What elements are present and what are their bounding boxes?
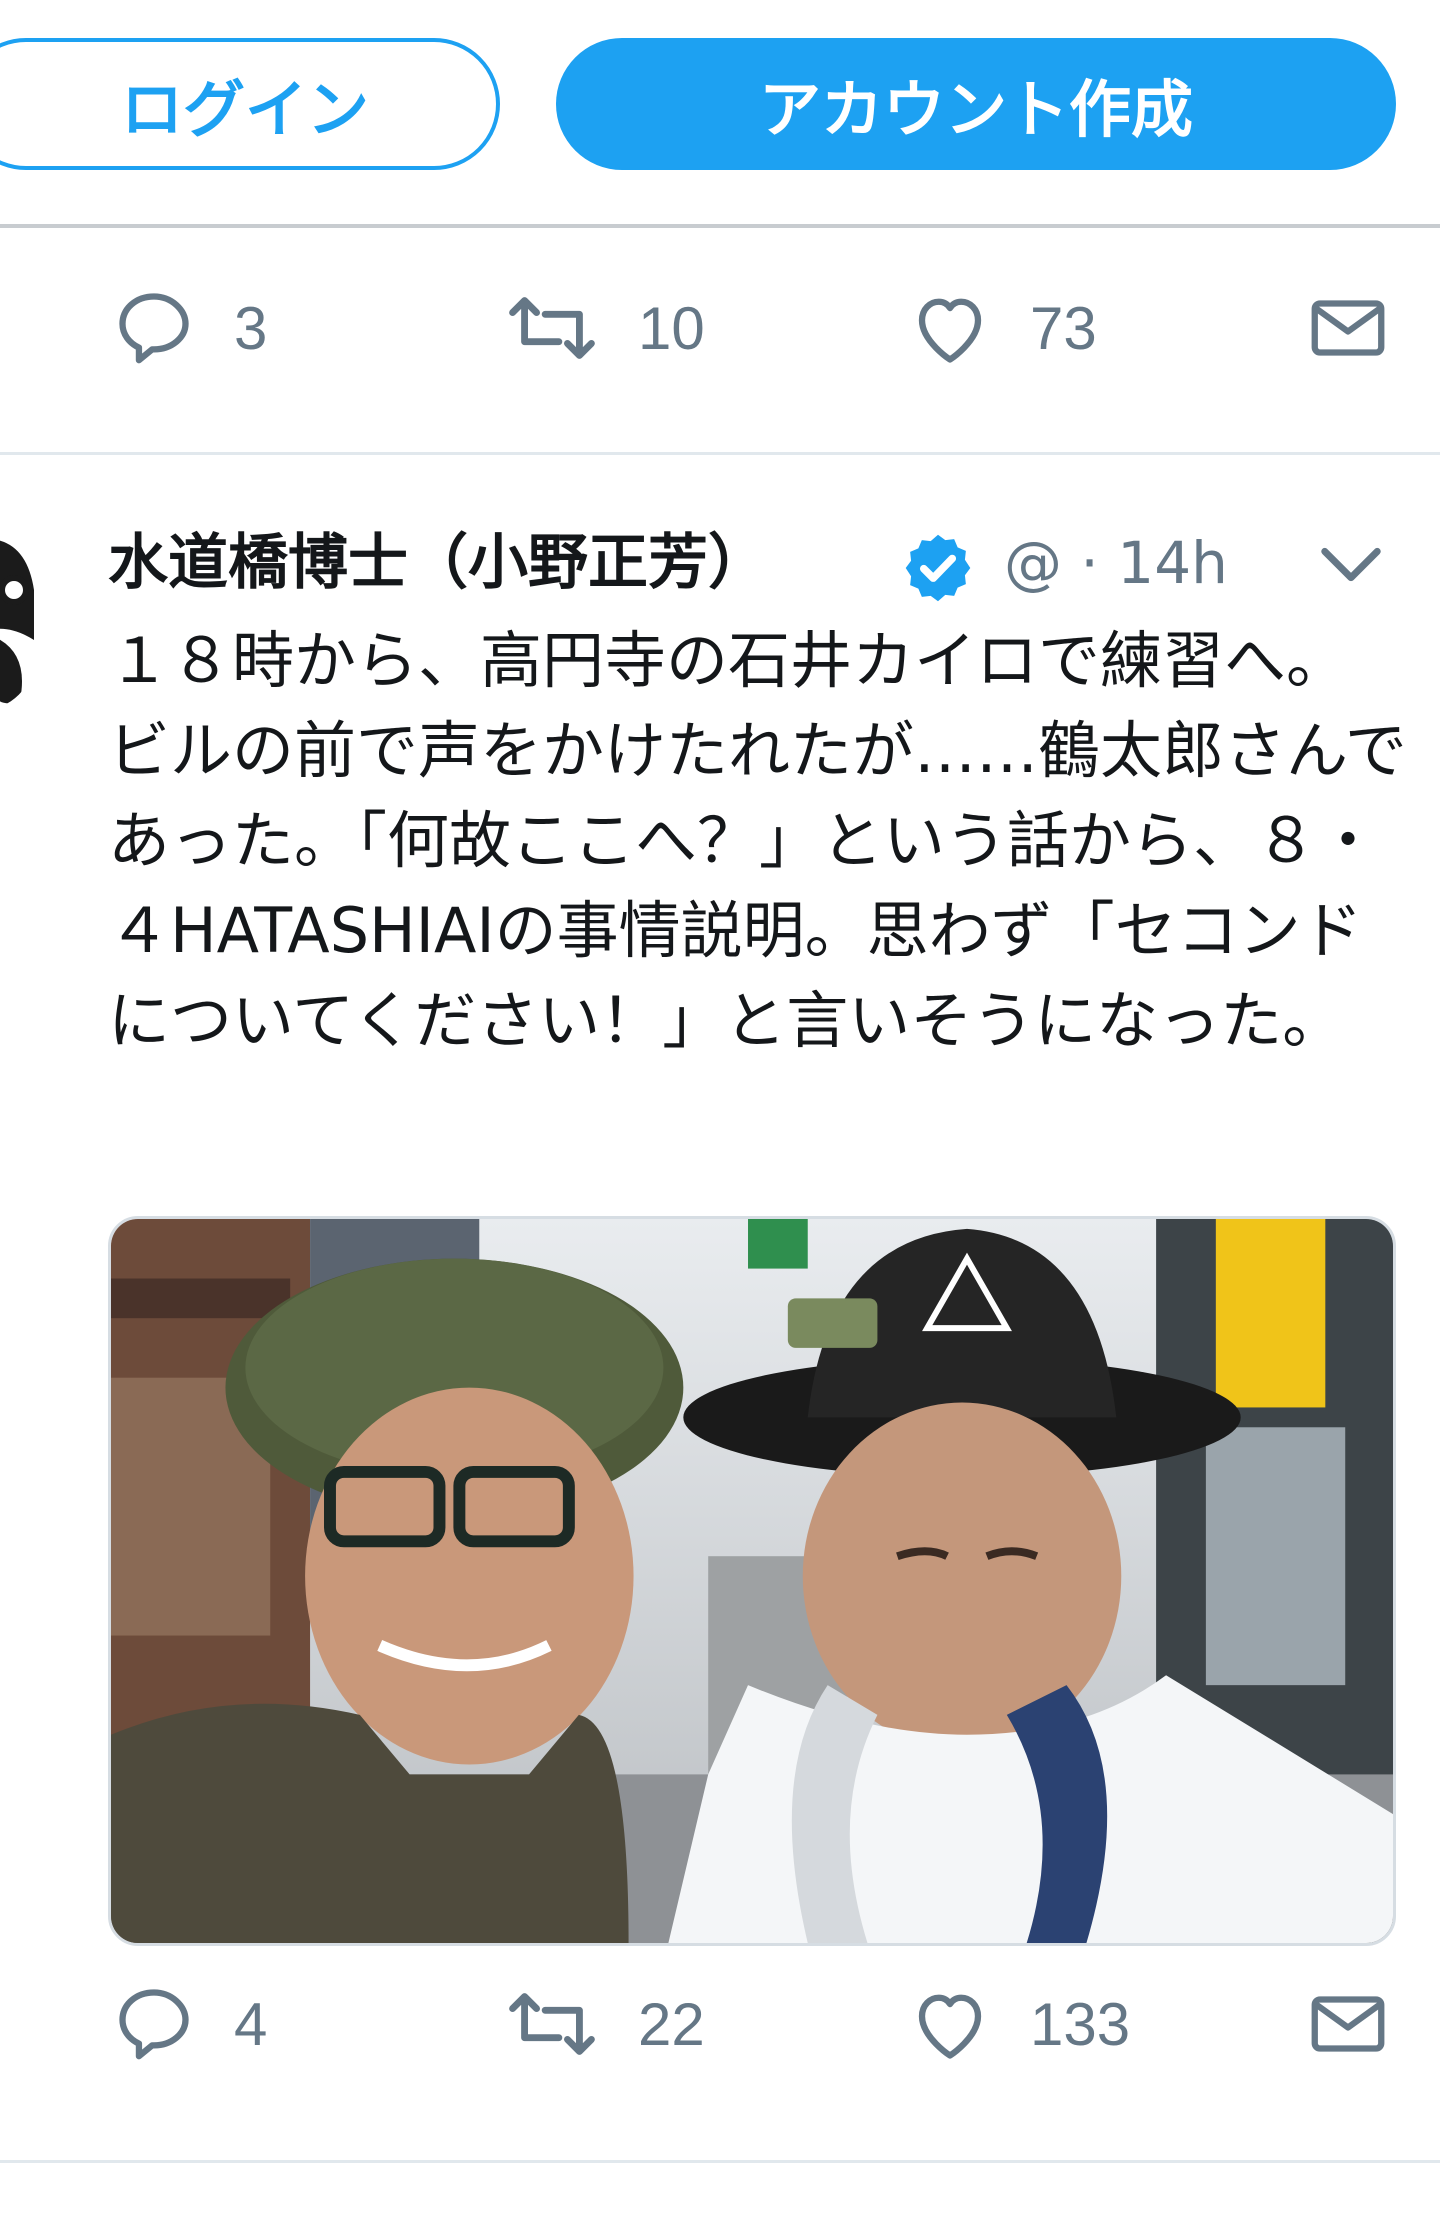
tweet-handle-time[interactable]: @ · 14h bbox=[1004, 518, 1228, 608]
reply-count: 4 bbox=[234, 1990, 268, 2058]
reply-icon bbox=[119, 293, 189, 364]
avatar-image bbox=[0, 520, 34, 710]
previous-tweet-actions: 3 10 73 bbox=[0, 268, 1440, 388]
tweet-actions: 4 22 133 bbox=[0, 1964, 1440, 2084]
reply-button[interactable]: 4 bbox=[112, 1964, 267, 2084]
envelope-icon bbox=[1311, 300, 1385, 356]
verified-badge-icon bbox=[905, 534, 971, 602]
timeline-page: ログイン アカウント作成 3 10 73 水道橋博士（小野正芳） @ · 14h… bbox=[0, 0, 1440, 2236]
avatar[interactable] bbox=[0, 520, 34, 710]
retweet-icon bbox=[509, 297, 595, 359]
tweet-photo[interactable] bbox=[108, 1216, 1396, 1946]
dm-button[interactable] bbox=[1306, 268, 1390, 388]
retweet-button[interactable]: 22 bbox=[504, 1964, 705, 2084]
tweet-header: 水道橋博士（小野正芳） @ · 14h bbox=[108, 518, 1408, 608]
like-button[interactable]: 133 bbox=[908, 1964, 1130, 2084]
heart-icon bbox=[918, 298, 982, 363]
author-name[interactable]: 水道橋博士（小野正芳） bbox=[108, 518, 768, 608]
retweet-icon bbox=[509, 1993, 595, 2055]
like-count: 133 bbox=[1030, 1990, 1131, 2058]
retweet-button[interactable]: 10 bbox=[504, 268, 705, 388]
like-button[interactable]: 73 bbox=[908, 268, 1097, 388]
retweet-count: 10 bbox=[638, 294, 705, 362]
tweet-divider bbox=[0, 452, 1440, 455]
reply-count: 3 bbox=[234, 294, 268, 362]
chevron-down-icon[interactable] bbox=[1316, 536, 1386, 596]
photo-image bbox=[111, 1219, 1393, 1943]
envelope-icon bbox=[1311, 1996, 1385, 2052]
login-button[interactable]: ログイン bbox=[0, 38, 500, 170]
signup-button[interactable]: アカウント作成 bbox=[556, 38, 1396, 170]
dm-button[interactable] bbox=[1306, 1964, 1390, 2084]
retweet-count: 22 bbox=[638, 1990, 705, 2058]
tweet-divider bbox=[0, 2160, 1440, 2163]
auth-bar: ログイン アカウント作成 bbox=[0, 0, 1440, 228]
heart-icon bbox=[918, 1994, 982, 2059]
tweet-text: １８時から、高円寺の石井カイロで練習へ。ビルの前で声をかけたれたが……鶴太郎さん… bbox=[108, 624, 1407, 1057]
reply-icon bbox=[119, 1989, 189, 2060]
reply-button[interactable]: 3 bbox=[112, 268, 267, 388]
like-count: 73 bbox=[1030, 294, 1097, 362]
